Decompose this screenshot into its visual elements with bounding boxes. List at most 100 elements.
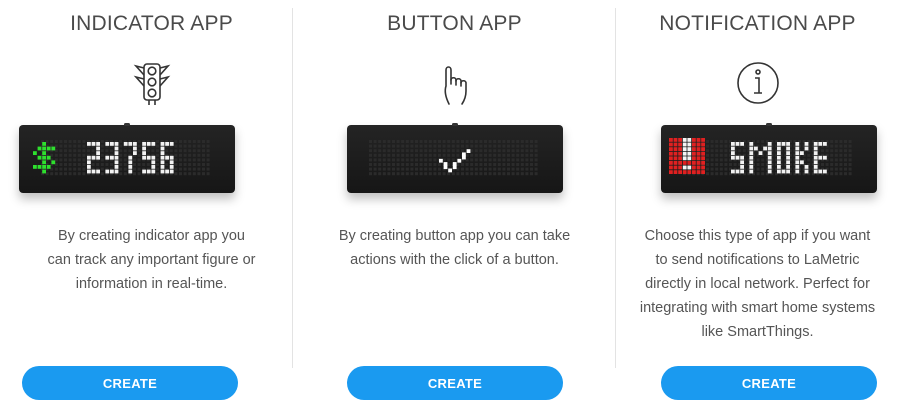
create-button-app-button[interactable]: CREATE (347, 366, 563, 400)
display-pixel (749, 160, 754, 165)
display-pixel (813, 169, 818, 174)
display-pixel (59, 140, 63, 143)
display-pixel (77, 144, 81, 148)
display-pixel (466, 149, 471, 153)
display-pixel (192, 144, 196, 148)
display-pixel (54, 140, 58, 143)
display-pixel (174, 153, 178, 157)
display-pixel (59, 144, 63, 148)
display-pixel (447, 149, 451, 153)
display-pixel (105, 149, 109, 153)
display-pixel (188, 158, 192, 162)
display-pixel (110, 142, 114, 146)
display-pixel (382, 153, 386, 157)
display-pixel (497, 149, 501, 153)
display-pixel (493, 144, 497, 148)
display-pixel (706, 163, 709, 166)
display-pixel (151, 160, 156, 165)
display-pixel (710, 167, 714, 171)
indicator-pixel-matrix (33, 140, 210, 176)
display-pixel (813, 155, 818, 160)
display-pixel (188, 149, 192, 153)
display-pixel (511, 172, 515, 176)
display-pixel (800, 151, 804, 155)
display-pixel (715, 153, 719, 157)
display-pixel (844, 140, 847, 143)
display-pixel (119, 140, 123, 143)
display-pixel (105, 163, 109, 166)
display-pixel (42, 160, 46, 165)
display-pixel (188, 167, 192, 171)
button-app-card: BUTTON APP By creating button app you ca… (303, 0, 606, 400)
display-pixel (507, 149, 510, 153)
display-pixel (479, 172, 483, 176)
display-pixel (128, 169, 133, 174)
display-pixel (373, 167, 377, 171)
display-pixel (479, 158, 483, 162)
display-pixel (179, 163, 182, 166)
display-pixel (146, 163, 150, 166)
display-pixel (488, 153, 492, 157)
display-pixel (474, 140, 478, 143)
display-pixel (682, 156, 687, 161)
display-pixel (128, 155, 133, 160)
display-pixel (165, 142, 169, 146)
display-pixel (428, 172, 432, 176)
display-pixel (46, 155, 51, 160)
display-pixel (73, 167, 77, 171)
display-pixel (100, 167, 104, 171)
display-pixel (488, 172, 492, 176)
display-pixel (781, 169, 786, 174)
create-indicator-app-button[interactable]: CREATE (22, 366, 238, 400)
display-pixel (382, 158, 386, 162)
display-pixel (183, 149, 187, 153)
display-pixel (488, 149, 492, 153)
display-pixel (438, 172, 441, 176)
display-pixel (183, 172, 187, 176)
display-pixel (142, 169, 146, 174)
display-pixel (174, 149, 178, 153)
display-pixel (137, 158, 141, 162)
display-pixel (59, 172, 63, 176)
display-pixel (461, 172, 464, 176)
display-pixel (123, 153, 127, 157)
display-pixel (687, 170, 692, 174)
display-pixel (54, 144, 58, 148)
display-pixel (433, 144, 437, 148)
display-pixel (54, 167, 58, 171)
create-notification-app-button[interactable]: CREATE (661, 366, 877, 400)
display-pixel (715, 167, 719, 171)
display-pixel (813, 142, 818, 146)
display-pixel (137, 140, 141, 143)
display-pixel (46, 146, 51, 151)
display-pixel (37, 155, 42, 160)
display-pixel (706, 172, 709, 176)
display-pixel (502, 149, 506, 153)
display-pixel (719, 149, 723, 153)
display-pixel (33, 151, 37, 155)
display-pixel (830, 144, 834, 148)
display-pixel (678, 151, 682, 156)
display-pixel (392, 140, 395, 143)
display-pixel (735, 142, 740, 146)
display-pixel (767, 146, 772, 151)
notification-device-display (661, 123, 877, 193)
display-pixel (493, 158, 497, 162)
display-pixel (447, 144, 451, 148)
display-pixel (461, 163, 464, 166)
display-pixel (51, 146, 56, 151)
display-pixel (415, 167, 418, 171)
display-pixel (160, 155, 165, 160)
display-pixel (197, 158, 201, 162)
display-pixel (465, 172, 469, 176)
display-pixel (156, 167, 159, 171)
display-pixel (710, 158, 714, 162)
display-pixel (373, 158, 377, 162)
display-pixel (42, 151, 46, 155)
display-pixel (520, 158, 524, 162)
display-pixel (669, 165, 673, 170)
display-pixel (786, 142, 790, 146)
display-pixel (740, 160, 744, 165)
display-pixel (777, 169, 781, 174)
display-pixel (735, 169, 740, 174)
